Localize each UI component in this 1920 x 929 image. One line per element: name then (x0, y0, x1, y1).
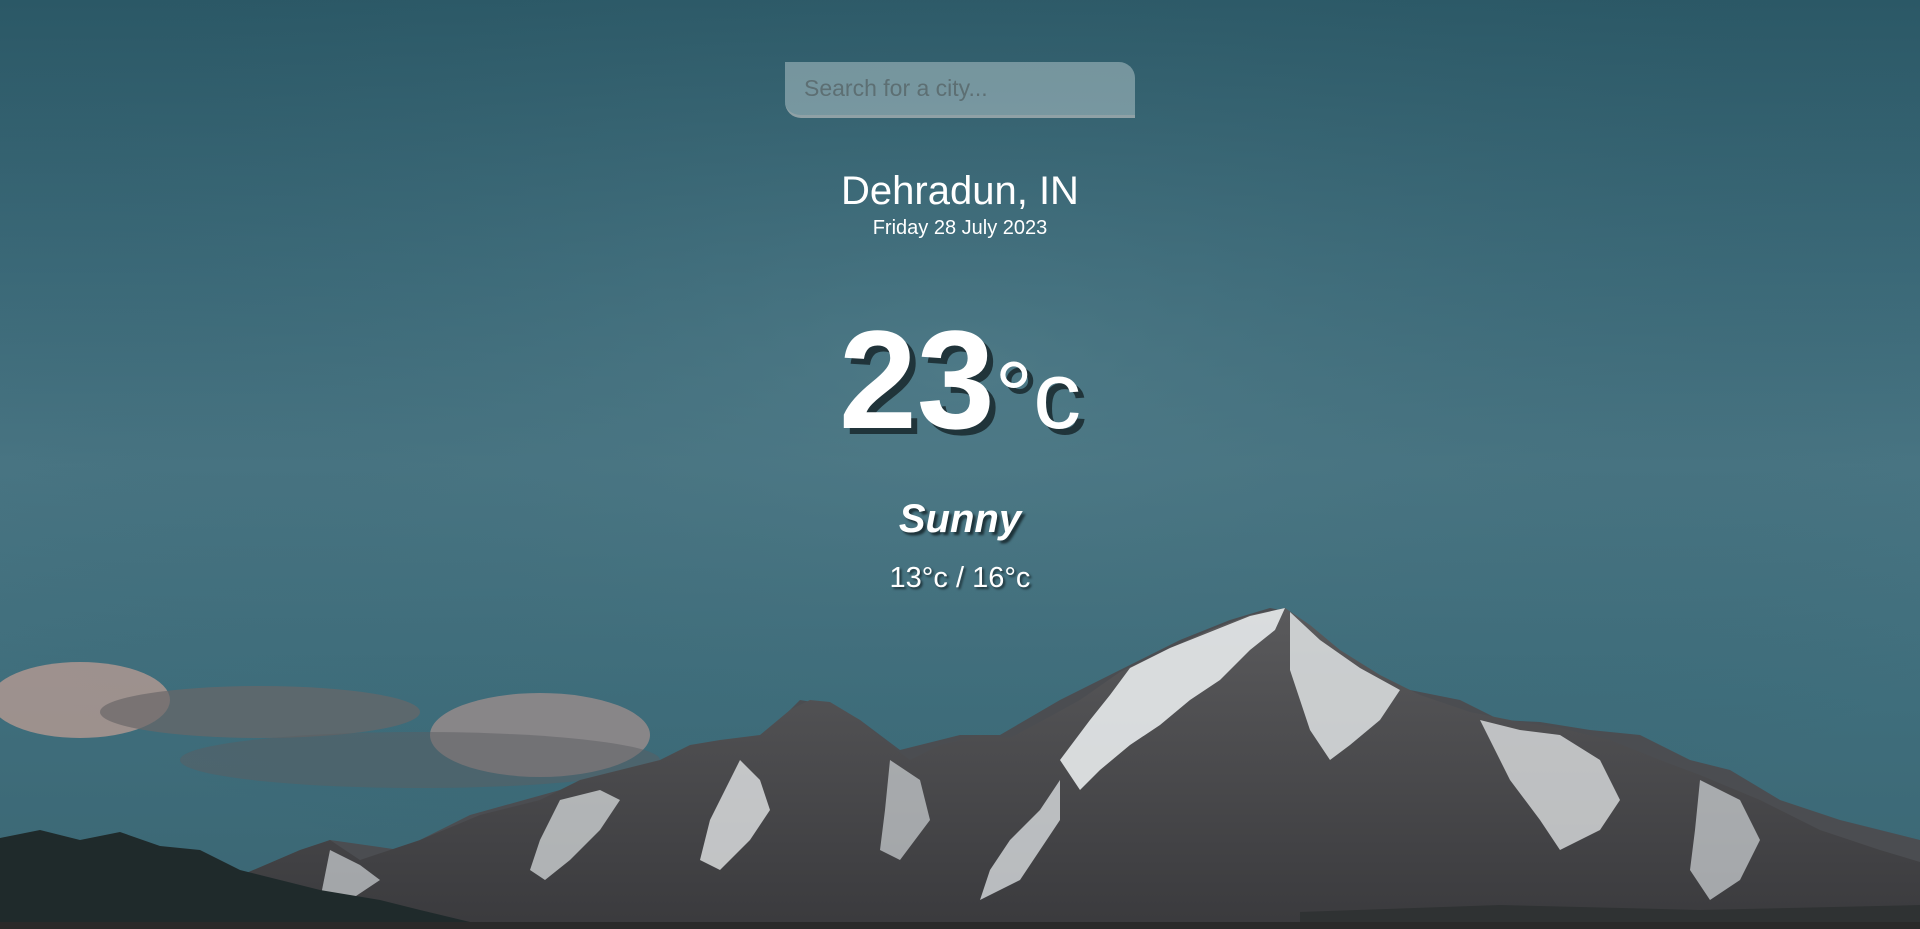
city-search-input[interactable] (785, 62, 1135, 118)
location-block: Dehradun, IN Friday 28 July 2023 (0, 167, 1920, 241)
weather-condition: Sunny (898, 497, 1022, 541)
temperature-range: 13°c / 16°c (889, 562, 1031, 594)
bottom-edge-bar (0, 922, 1920, 929)
temperature-value: 23 (838, 301, 995, 458)
current-temperature: 23°c (0, 300, 1920, 476)
current-date: Friday 28 July 2023 (872, 217, 1048, 239)
city-name: Dehradun, IN (841, 169, 1079, 213)
temperature-unit: °c (994, 342, 1082, 449)
